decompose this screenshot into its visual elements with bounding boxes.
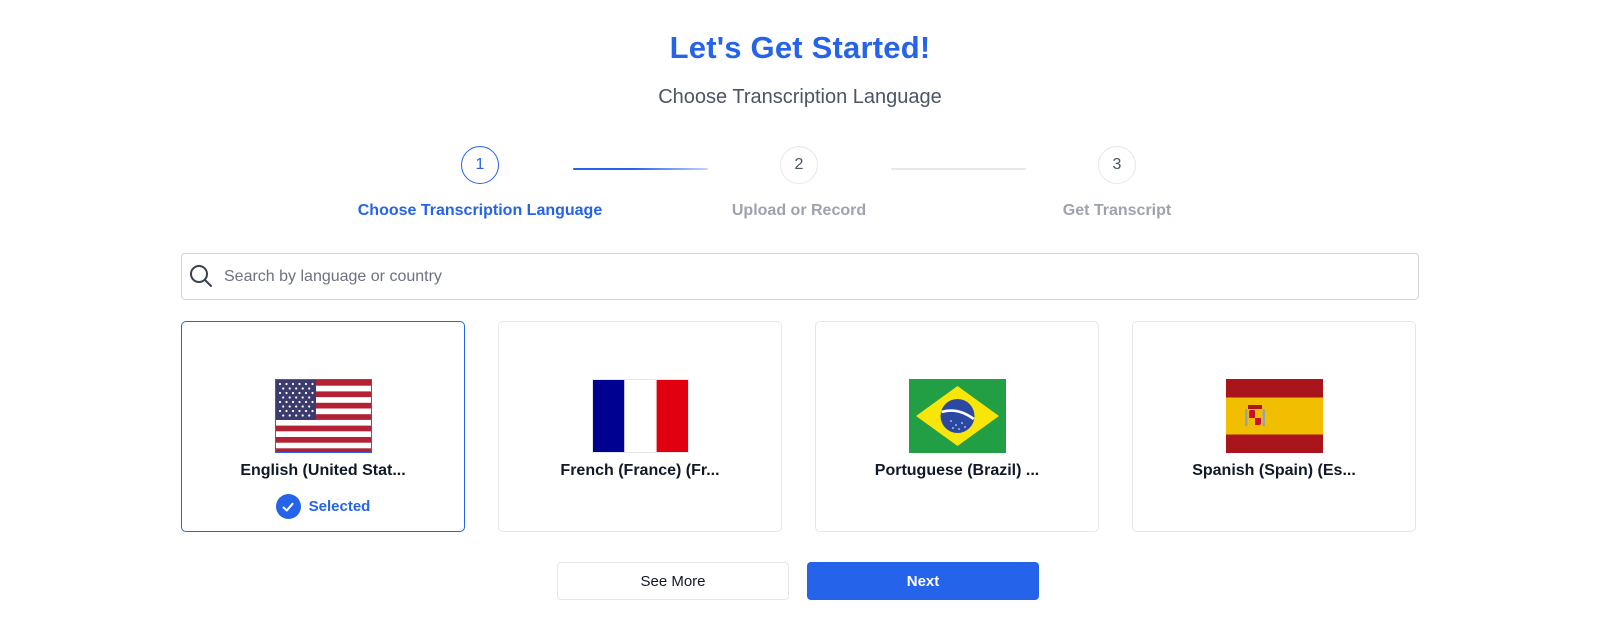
page-title: Let's Get Started! — [669, 30, 931, 65]
step-get-transcript: 3 Get Transcript — [977, 146, 1257, 220]
language-card-french[interactable]: French (France) (Fr... — [498, 321, 782, 532]
check-circle-icon — [275, 494, 301, 519]
brazil-flag-icon — [909, 379, 1006, 453]
spain-flag-icon — [1226, 379, 1323, 453]
france-flag-icon — [592, 379, 689, 453]
see-more-button[interactable]: See More — [557, 562, 789, 600]
us-flag-icon — [275, 379, 372, 453]
step-label: Upload or Record — [731, 202, 867, 219]
step-number-circle: 2 — [780, 146, 818, 184]
search-input[interactable] — [224, 254, 1404, 299]
language-card-english[interactable]: English (United Stat... Selected — [181, 321, 465, 532]
language-label: Portuguese (Brazil) ... — [874, 462, 1040, 479]
step-upload-or-record: 2 Upload or Record — [659, 146, 939, 220]
step-number-circle: 3 — [1098, 146, 1136, 184]
step-label: Choose Transcription Language — [357, 202, 603, 219]
search-icon — [188, 263, 214, 289]
step-label: Get Transcript — [1062, 202, 1172, 219]
page-subtitle: Choose Transcription Language — [658, 86, 942, 108]
step-choose-language: 1 Choose Transcription Language — [340, 146, 620, 220]
selected-badge: Selected — [182, 494, 464, 519]
language-card-portuguese[interactable]: Portuguese (Brazil) ... — [815, 321, 1099, 532]
language-label: English (United Stat... — [240, 462, 406, 479]
step-number-circle: 1 — [461, 146, 499, 184]
language-label: Spanish (Spain) (Es... — [1192, 462, 1356, 479]
next-button[interactable]: Next — [807, 562, 1039, 600]
language-label: French (France) (Fr... — [560, 462, 720, 479]
language-selection-page: Let's Get Started! Choose Transcription … — [0, 0, 1600, 637]
language-card-spanish[interactable]: Spanish (Spain) (Es... — [1132, 321, 1416, 532]
search-box[interactable] — [181, 253, 1419, 300]
selected-text: Selected — [308, 498, 371, 515]
